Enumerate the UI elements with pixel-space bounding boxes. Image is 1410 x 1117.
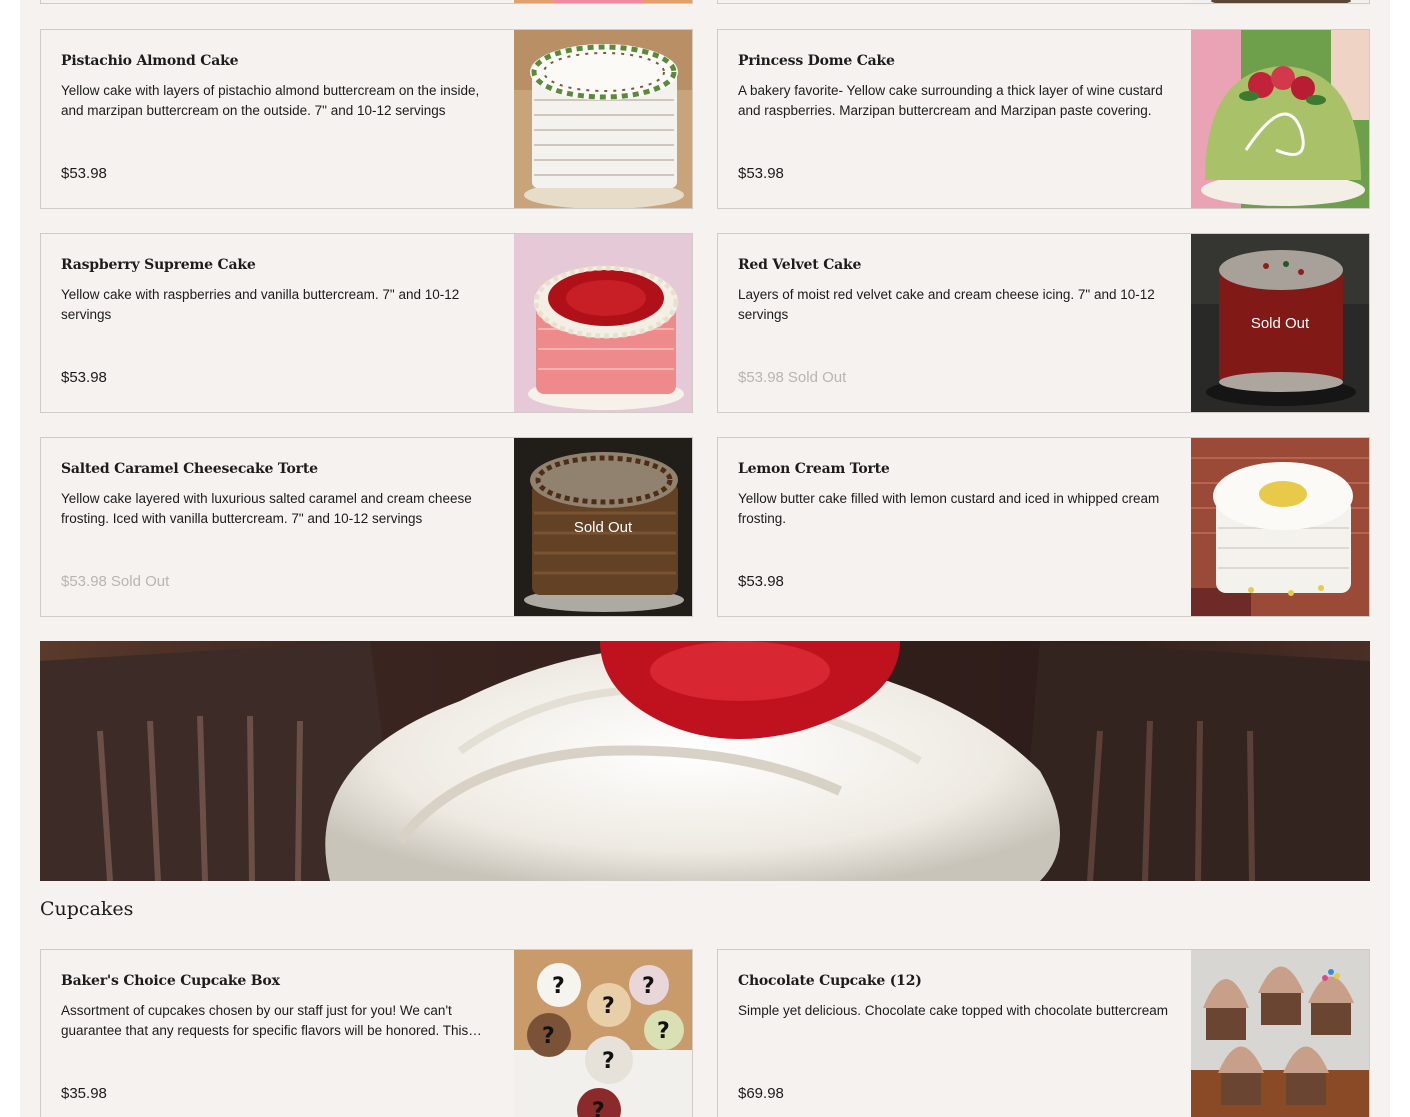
product-image[interactable]: Sold Out xyxy=(1191,234,1369,412)
product-description: Yellow cake layered with luxurious salte… xyxy=(61,491,472,526)
product-price: $53.98 xyxy=(738,165,784,182)
product-description: Simple yet delicious. Chocolate cake top… xyxy=(738,1003,1168,1018)
svg-text:?: ? xyxy=(642,974,655,999)
product-price: $53.98 xyxy=(61,165,107,182)
product-description: Yellow cake with raspberries and vanilla… xyxy=(61,287,460,322)
product-price: $53.98 Sold Out xyxy=(61,573,170,590)
product-card-pistachio-almond[interactable]: Pistachio Almond Cake Yellow cake with l… xyxy=(40,29,693,209)
product-title[interactable]: Red Velvet Cake xyxy=(738,257,861,273)
product-price: $69.98 xyxy=(738,1085,784,1102)
product-card-princess-dome[interactable]: Princess Dome Cake A bakery favorite- Ye… xyxy=(717,29,1370,209)
product-card-red-velvet[interactable]: Red Velvet Cake Layers of moist red velv… xyxy=(717,233,1370,413)
product-card-lemon-cream[interactable]: Lemon Cream Torte Yellow butter cake fil… xyxy=(717,437,1370,617)
product-price: $35.98 xyxy=(61,1085,107,1102)
section-title-cupcakes: Cupcakes xyxy=(40,898,134,920)
product-title[interactable]: Salted Caramel Cheesecake Torte xyxy=(61,461,318,477)
product-description: Layers of moist red velvet cake and crea… xyxy=(738,287,1155,322)
product-price: $53.98 Sold Out xyxy=(738,369,847,386)
product-image[interactable] xyxy=(1191,30,1369,208)
product-image xyxy=(514,0,692,3)
svg-text:?: ? xyxy=(542,1024,555,1049)
product-card-partial[interactable] xyxy=(717,0,1370,4)
product-description: Yellow cake with layers of pistachio alm… xyxy=(61,83,480,118)
product-image[interactable] xyxy=(1191,950,1369,1117)
product-title[interactable]: Lemon Cream Torte xyxy=(738,461,890,477)
svg-text:?: ? xyxy=(552,974,565,999)
product-description: Assortment of cupcakes chosen by our sta… xyxy=(61,1003,469,1038)
product-price: $53.98 xyxy=(61,369,107,386)
product-image[interactable]: ??? ??? ? xyxy=(514,950,692,1117)
product-image xyxy=(1191,0,1369,3)
product-description: A bakery favorite- Yellow cake surroundi… xyxy=(738,83,1163,118)
product-card-bakers-choice-cupcake-box[interactable]: Baker's Choice Cupcake Box Assortment of… xyxy=(40,949,693,1117)
product-card-chocolate-cupcake-12[interactable]: Chocolate Cupcake (12) Simple yet delici… xyxy=(717,949,1370,1117)
sold-out-overlay: Sold Out xyxy=(514,438,692,616)
svg-text:?: ? xyxy=(592,1099,605,1117)
product-image[interactable] xyxy=(1191,438,1369,616)
product-price: $53.98 xyxy=(738,573,784,590)
product-image[interactable]: Sold Out xyxy=(514,438,692,616)
sold-out-label: Sold Out xyxy=(787,369,847,386)
sold-out-overlay: Sold Out xyxy=(1191,234,1369,412)
product-title[interactable]: Raspberry Supreme Cake xyxy=(61,257,256,273)
product-title[interactable]: Princess Dome Cake xyxy=(738,53,895,69)
product-title[interactable]: Pistachio Almond Cake xyxy=(61,53,238,69)
svg-text:?: ? xyxy=(602,994,615,1019)
sold-out-label: Sold Out xyxy=(110,573,170,590)
svg-text:?: ? xyxy=(657,1019,670,1044)
cupcakes-banner-image xyxy=(40,641,1370,881)
product-card-raspberry-supreme[interactable]: Raspberry Supreme Cake Yellow cake with … xyxy=(40,233,693,413)
svg-text:?: ? xyxy=(602,1049,615,1074)
product-card-partial[interactable] xyxy=(40,0,693,4)
product-description: Yellow butter cake filled with lemon cus… xyxy=(738,491,1160,526)
product-image[interactable] xyxy=(514,30,692,208)
product-title[interactable]: Baker's Choice Cupcake Box xyxy=(61,973,280,989)
product-title[interactable]: Chocolate Cupcake (12) xyxy=(738,973,922,989)
product-image[interactable] xyxy=(514,234,692,412)
product-card-salted-caramel[interactable]: Salted Caramel Cheesecake Torte Yellow c… xyxy=(40,437,693,617)
